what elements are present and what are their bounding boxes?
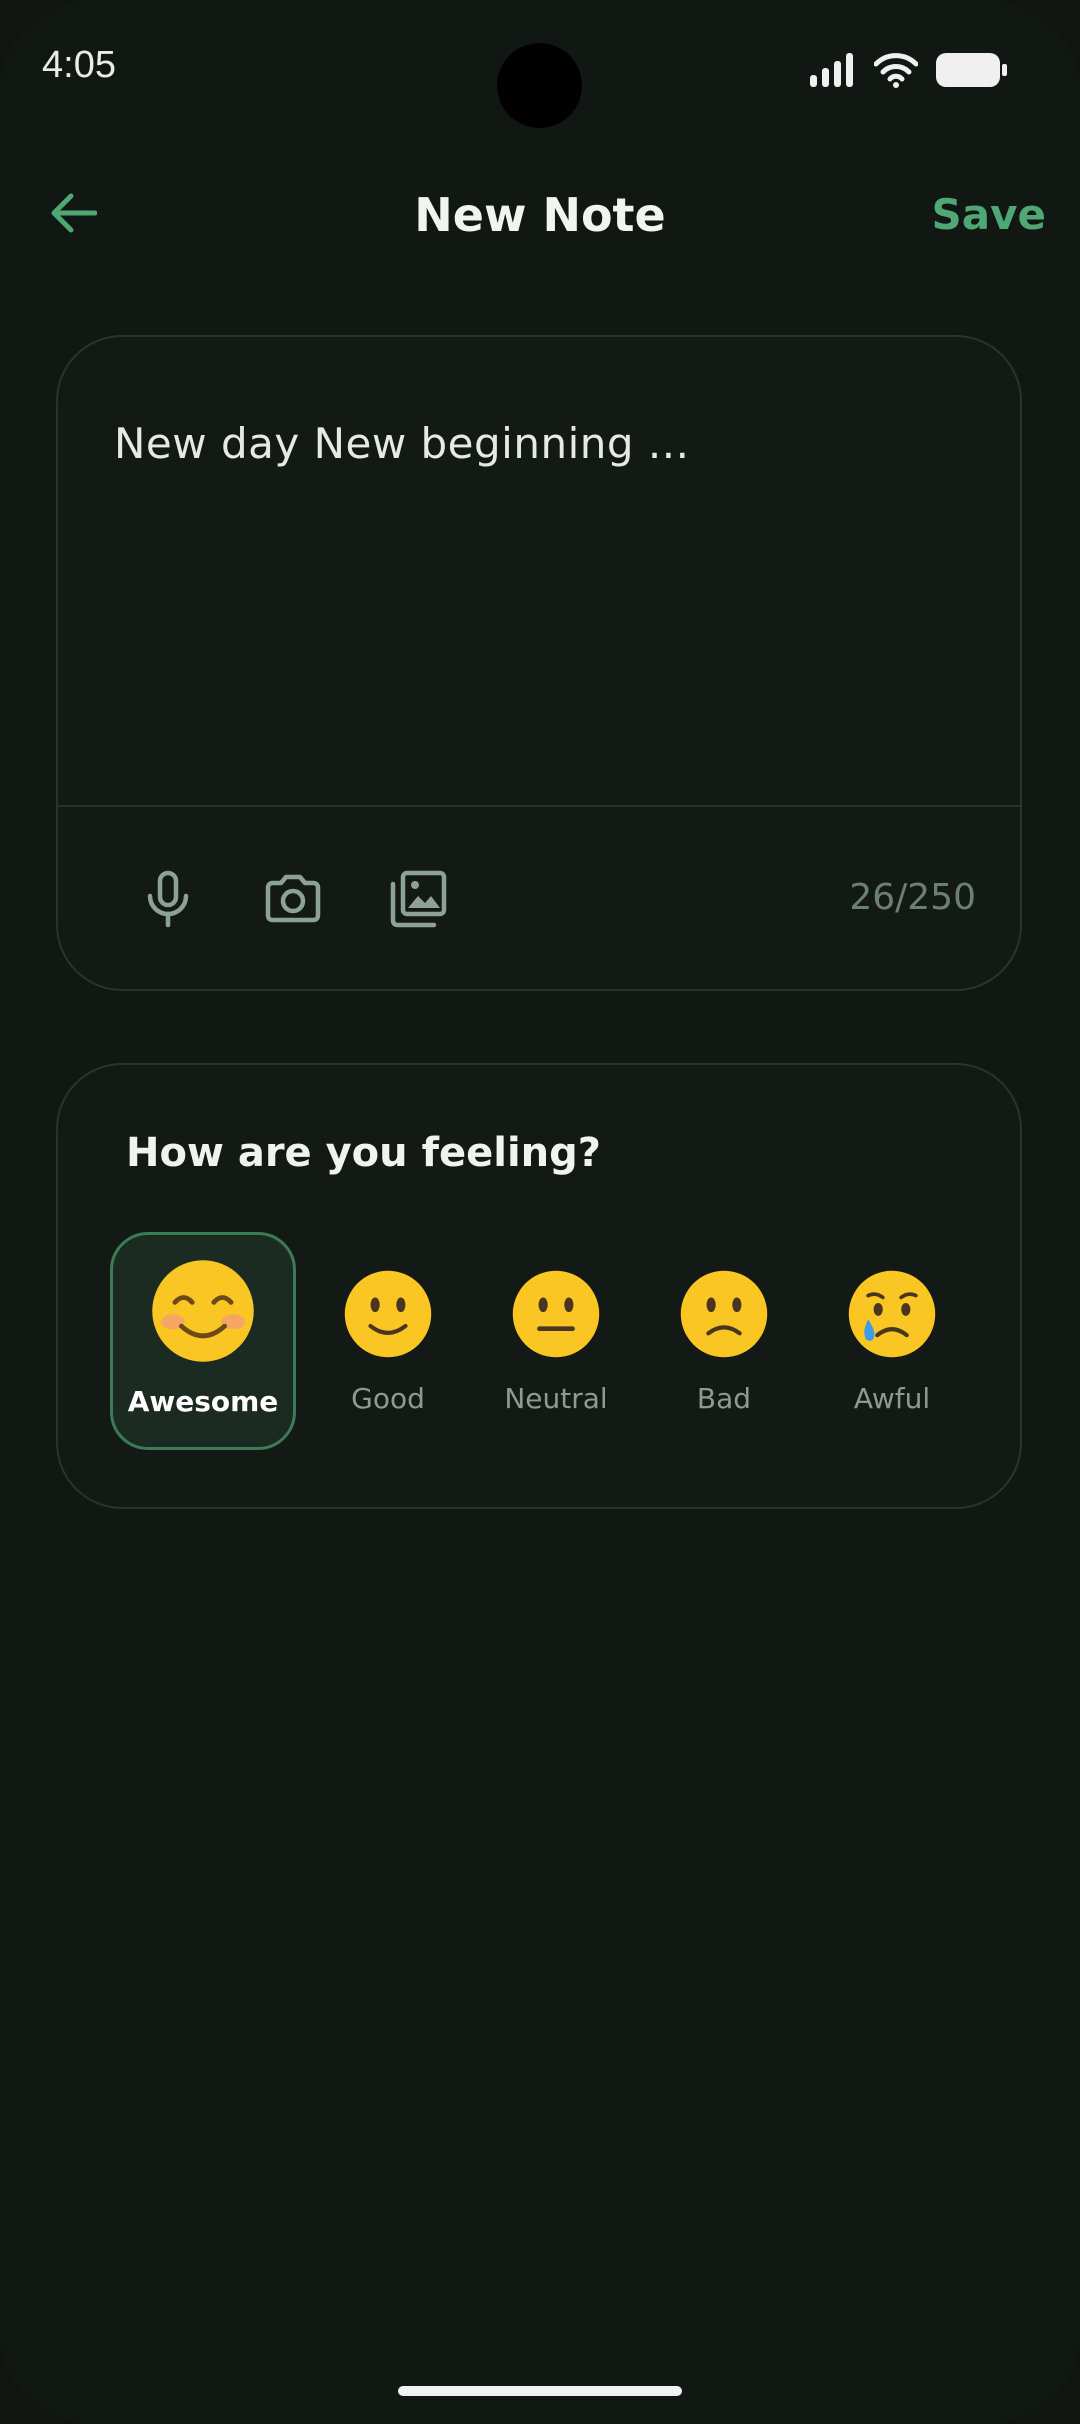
neutral-face-icon bbox=[512, 1270, 600, 1358]
mood-option-neutral[interactable]: Neutral bbox=[463, 1232, 649, 1450]
status-time: 4:05 bbox=[42, 44, 116, 86]
crying-face-icon bbox=[848, 1270, 936, 1358]
page-title: New Note bbox=[414, 188, 666, 242]
mood-option-good[interactable]: Good bbox=[295, 1232, 481, 1450]
mood-option-awful[interactable]: Awful bbox=[799, 1232, 985, 1450]
mood-option-bad[interactable]: Bad bbox=[631, 1232, 817, 1450]
mood-label: Awesome bbox=[127, 1385, 279, 1418]
save-button[interactable]: Save bbox=[932, 190, 1046, 239]
signal-icon bbox=[808, 53, 856, 91]
wifi-icon bbox=[873, 52, 919, 92]
slightly-frowning-face-icon bbox=[680, 1270, 768, 1358]
camera-button[interactable] bbox=[261, 867, 325, 931]
gallery-icon bbox=[390, 870, 447, 928]
front-camera bbox=[497, 43, 582, 128]
mood-card: How are you feeling? Awesome Good Neutra… bbox=[56, 1063, 1022, 1509]
blushing-smile-icon bbox=[152, 1260, 254, 1362]
microphone-icon bbox=[147, 870, 189, 928]
mood-label: Bad bbox=[696, 1382, 752, 1415]
note-text-input[interactable]: New day New beginning ... bbox=[114, 419, 689, 468]
status-icons bbox=[808, 52, 1008, 92]
mood-label: Neutral bbox=[504, 1382, 608, 1415]
battery-icon bbox=[936, 53, 1008, 91]
mood-option-awesome[interactable]: Awesome bbox=[110, 1232, 296, 1450]
microphone-button[interactable] bbox=[136, 867, 200, 931]
camera-icon bbox=[265, 874, 321, 923]
gallery-button[interactable] bbox=[386, 867, 450, 931]
mood-label: Good bbox=[351, 1382, 425, 1415]
home-indicator[interactable] bbox=[398, 2386, 682, 2396]
note-card: New day New beginning ... 26/250 bbox=[56, 335, 1022, 991]
mood-question: How are you feeling? bbox=[126, 1130, 601, 1176]
slightly-smiling-face-icon bbox=[344, 1270, 432, 1358]
note-divider bbox=[58, 805, 1020, 807]
character-count: 26/250 bbox=[849, 877, 976, 918]
mood-label: Awful bbox=[853, 1382, 931, 1415]
phone-screen: 4:05 New Note Save New day New beginning… bbox=[0, 0, 1080, 2424]
